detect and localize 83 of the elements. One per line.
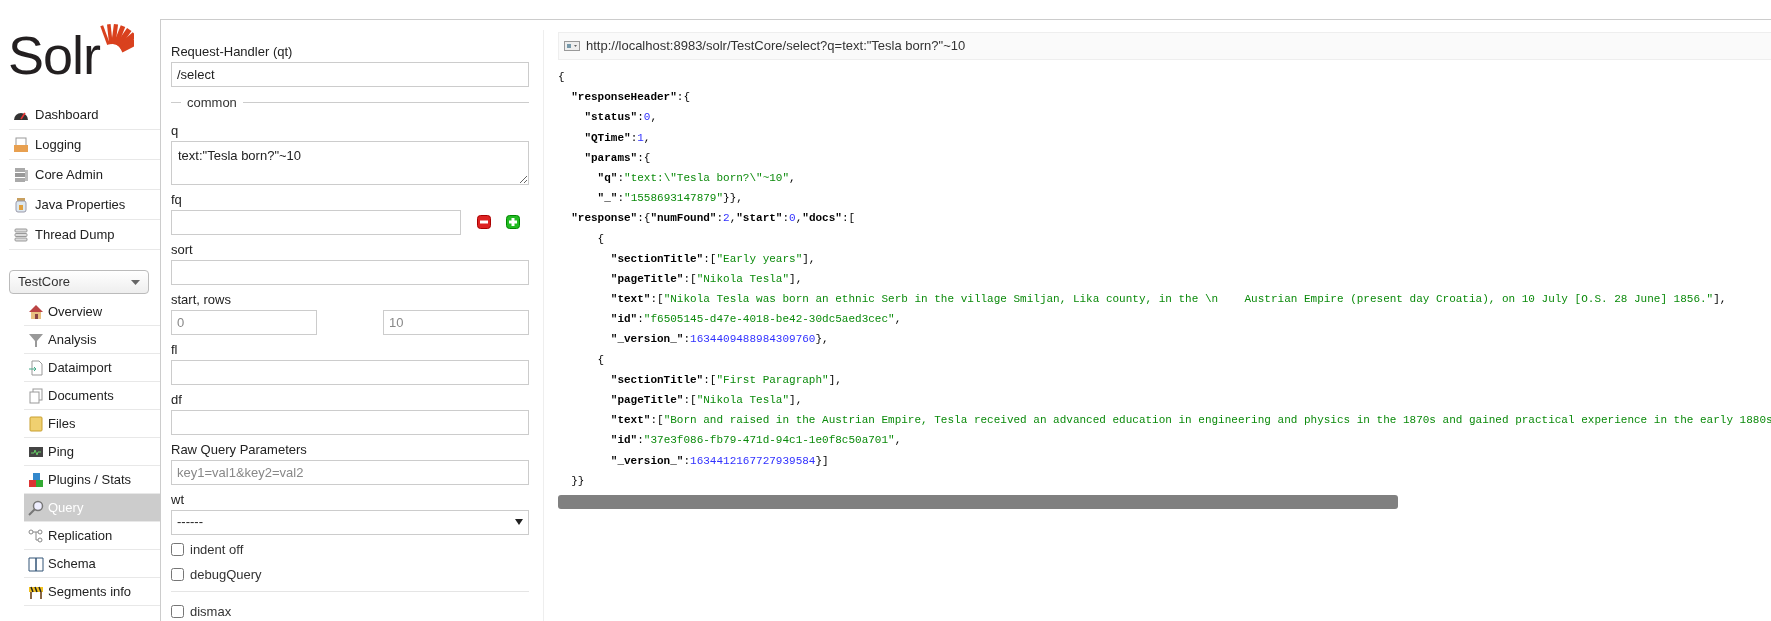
input-field[interactable] bbox=[171, 359, 529, 385]
input-field[interactable]: 0 bbox=[171, 309, 317, 335]
code-line: "id":"37e3f086-fb79-471d-94c1-1e0f8c50a701", bbox=[609, 433, 903, 449]
code-line: "params":{ bbox=[583, 150, 652, 166]
code-line: "QTime":1, bbox=[583, 130, 652, 146]
code-line: "response":{"numFound":2,"start":0,"docs":[ bbox=[570, 211, 857, 227]
field-label: start, rows bbox=[171, 291, 231, 308]
code-line: "_":"1558693147879"}}, bbox=[596, 191, 744, 207]
code-line: "_version_":1634412167727939584}] bbox=[609, 453, 830, 469]
checkbox-label: indent off bbox=[190, 540, 244, 559]
folder-icon bbox=[28, 415, 44, 432]
caret-icon bbox=[515, 519, 523, 525]
server-icon bbox=[13, 166, 29, 183]
nav-item[interactable]: Thread Dump bbox=[9, 220, 160, 250]
input-field[interactable]: text:"Tesla born?"~10 bbox=[171, 140, 529, 185]
document-import-icon bbox=[28, 359, 44, 376]
field-label: q bbox=[171, 122, 179, 139]
blocks-icon bbox=[28, 471, 44, 488]
core-menu-item[interactable]: Replication bbox=[24, 522, 160, 550]
code-line: { bbox=[558, 70, 566, 85]
input-field[interactable]: /select bbox=[171, 62, 529, 87]
code-line: "_version_":1634409488984309760}, bbox=[609, 332, 830, 348]
house-icon bbox=[28, 303, 44, 320]
core-menu-item[interactable]: Files bbox=[24, 410, 160, 438]
field-label: sort bbox=[171, 241, 193, 258]
input-field[interactable] bbox=[171, 409, 529, 435]
code-line: "responseHeader":{ bbox=[570, 90, 692, 106]
logo-text: Solr bbox=[8, 28, 101, 82]
checkbox-label: dismax bbox=[190, 602, 232, 621]
code-line: "pageTitle":["Nikola Tesla"], bbox=[609, 271, 804, 287]
field-label: fq bbox=[171, 191, 182, 208]
code-line: { bbox=[596, 352, 606, 368]
code-line: "text":["Nikola Tesla was born an ethnic Serb in the village Smiljan, Lika county, in the \n Austrian Empire (present day Croatia), on 10 July [O.S. 28 June] 1856."], bbox=[609, 292, 1728, 308]
tray-icon bbox=[13, 136, 29, 153]
code-line: "text":["Born and raised in the Austrian Empire, Tesla received an advanced education in engineering and physics in the 1870s and gained practical experience in the early 1880s bbox=[609, 413, 1771, 429]
checkbox[interactable] bbox=[171, 542, 184, 556]
section-legend: common bbox=[187, 93, 237, 113]
core-menu-item[interactable]: Analysis bbox=[24, 326, 160, 354]
link-icon bbox=[564, 41, 580, 51]
checkbox[interactable] bbox=[171, 568, 184, 582]
book-icon bbox=[28, 555, 44, 572]
field-label: fl bbox=[171, 341, 178, 358]
input-field[interactable]: 10 bbox=[383, 309, 529, 335]
stack-icon bbox=[13, 226, 29, 243]
field-label: Raw Query Parameters bbox=[171, 441, 307, 458]
input-field[interactable]: key1=val1&key2=val2 bbox=[171, 459, 529, 485]
core-menu-item[interactable]: Overview bbox=[24, 298, 160, 326]
code-line: "sectionTitle":["First Paragraph"], bbox=[609, 372, 843, 388]
core-menu-item[interactable]: Schema bbox=[24, 550, 160, 578]
remove-icon[interactable] bbox=[477, 215, 491, 229]
input-field[interactable] bbox=[171, 209, 461, 235]
core-menu-item[interactable]: Documents bbox=[24, 382, 160, 410]
field-label: Request-Handler (qt) bbox=[171, 44, 293, 60]
input-field[interactable] bbox=[171, 259, 529, 285]
nav-item[interactable]: Java Properties bbox=[9, 190, 160, 220]
field-label: df bbox=[171, 391, 182, 408]
code-line: "id":"f6505145-d47e-4018-be42-30dc5aed3cec", bbox=[609, 312, 903, 328]
core-menu-item[interactable]: Segments info bbox=[24, 578, 160, 606]
code-line: "pageTitle":["Nikola Tesla"], bbox=[609, 393, 804, 408]
scrollbar[interactable] bbox=[558, 494, 1398, 509]
core-menu-item[interactable]: Ping bbox=[24, 438, 160, 466]
code-line: "status":0, bbox=[583, 110, 659, 126]
nav-item[interactable]: Logging bbox=[9, 130, 160, 160]
url-link[interactable]: http://localhost:8983/solr/TestCore/select?q=text:"Tesla born?"~10 bbox=[586, 36, 966, 56]
jar-icon bbox=[13, 196, 29, 213]
code-line: }} bbox=[570, 473, 586, 489]
core-selector[interactable]: TestCore bbox=[9, 270, 149, 294]
code-line: "sectionTitle":["Early years"], bbox=[609, 251, 817, 267]
field-label: wt bbox=[171, 491, 184, 508]
core-menu-item[interactable]: Dataimport bbox=[24, 354, 160, 382]
select-field[interactable]: ------ bbox=[171, 509, 529, 535]
code-line: { bbox=[596, 231, 606, 247]
nav-item[interactable]: Core Admin bbox=[9, 160, 160, 190]
nodes-icon bbox=[28, 527, 44, 544]
caret-icon bbox=[131, 279, 140, 285]
nav-item[interactable]: Dashboard bbox=[9, 100, 160, 130]
checkbox[interactable] bbox=[171, 604, 184, 618]
add-icon[interactable] bbox=[506, 215, 520, 229]
funnel-icon bbox=[28, 331, 44, 348]
search-icon bbox=[28, 499, 44, 516]
code-line: "q":"text:\"Tesla born?\"~10", bbox=[596, 170, 797, 186]
checkbox-label: debugQuery bbox=[190, 566, 262, 584]
documents-icon bbox=[28, 387, 44, 404]
